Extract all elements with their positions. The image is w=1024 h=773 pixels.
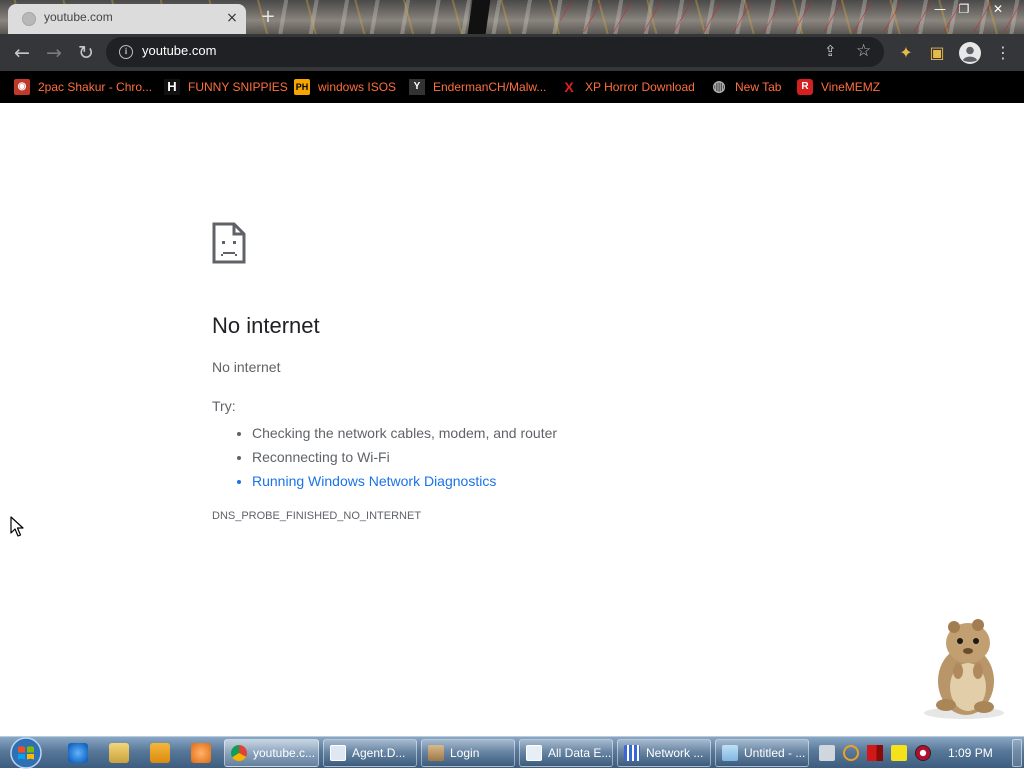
taskbar: youtube.c... Agent.D... Login All Data E… bbox=[0, 736, 1024, 769]
side-panel-icon[interactable]: ▣ bbox=[926, 42, 948, 64]
address-bar[interactable]: i youtube.com ⇪ ☆ bbox=[106, 37, 884, 67]
clock[interactable]: 1:09 PM bbox=[948, 746, 993, 760]
disc-icon: ◉ bbox=[14, 79, 30, 95]
error-description: No internet bbox=[212, 359, 281, 375]
globe-icon: ◍ bbox=[712, 78, 726, 95]
taskbar-item-agent[interactable]: Agent.D... bbox=[323, 739, 417, 767]
show-desktop-button[interactable] bbox=[1012, 739, 1022, 767]
url-text[interactable]: youtube.com bbox=[142, 43, 216, 58]
tray-app-icon[interactable] bbox=[819, 745, 835, 761]
title-bar: youtube.com × + — ❐ ✕ bbox=[0, 0, 1024, 34]
taskbar-item-login[interactable]: Login bbox=[421, 739, 515, 767]
error-code: DNS_PROBE_FINISHED_NO_INTERNET bbox=[212, 510, 422, 522]
extensions-icon[interactable]: ✦ bbox=[895, 42, 917, 64]
agent-icon bbox=[330, 745, 346, 761]
suggestion-item: Reconnecting to Wi-Fi bbox=[252, 445, 557, 469]
tray-volume-icon[interactable] bbox=[915, 745, 931, 761]
h-logo-icon: H bbox=[164, 79, 180, 95]
tab-close-button[interactable]: × bbox=[224, 9, 240, 27]
page-content: No internet No internet Try: Checking th… bbox=[0, 103, 1024, 736]
bookmark-label: XP Horror Download bbox=[585, 80, 695, 94]
flag-icon[interactable] bbox=[867, 745, 883, 761]
bookmark-item[interactable]: X XP Horror Download bbox=[561, 76, 695, 98]
taskbar-item-label: youtube.c... bbox=[253, 746, 316, 760]
bookmark-item[interactable]: H FUNNY SNIPPIES bbox=[164, 76, 288, 98]
bookmark-item[interactable]: Y EndermanCH/Malw... bbox=[409, 76, 546, 98]
file-explorer-icon[interactable] bbox=[109, 743, 129, 763]
suggestion-item: Checking the network cables, modem, and … bbox=[252, 421, 557, 445]
forward-button[interactable]: → bbox=[40, 39, 68, 67]
taskbar-item-network[interactable]: Network ... bbox=[617, 739, 711, 767]
bookmark-label: New Tab bbox=[735, 80, 782, 94]
login-icon bbox=[428, 745, 444, 761]
github-icon: Y bbox=[409, 79, 425, 95]
bookmark-label: FUNNY SNIPPIES bbox=[188, 80, 288, 94]
bookmark-item[interactable]: ◉ 2pac Shakur - Chro... bbox=[14, 76, 152, 98]
network-diagnostics-link[interactable]: Running Windows Network Diagnostics bbox=[252, 469, 557, 493]
taskbar-item-label: Agent.D... bbox=[352, 746, 406, 760]
start-button[interactable] bbox=[6, 737, 46, 769]
globe-icon bbox=[22, 12, 36, 26]
r-logo-icon: R bbox=[797, 79, 813, 95]
suggestion-list: Checking the network cables, modem, and … bbox=[234, 421, 557, 493]
share-icon[interactable]: ⇪ bbox=[824, 42, 837, 60]
bookmark-item[interactable]: R VineMEMZ bbox=[797, 76, 880, 98]
bookmark-star-icon[interactable]: ☆ bbox=[856, 41, 871, 61]
bookmark-item[interactable]: PH windows ISOS bbox=[294, 76, 396, 98]
taskbar-item-label: Login bbox=[450, 746, 480, 760]
hamster-mascot-icon bbox=[918, 613, 1010, 721]
maximize-button[interactable]: ❐ bbox=[950, 0, 978, 18]
app-shortcut-icon[interactable] bbox=[191, 743, 211, 763]
x-icon: X bbox=[564, 79, 574, 95]
bookmark-label: EndermanCH/Malw... bbox=[433, 80, 547, 94]
ph-logo-icon: PH bbox=[294, 79, 310, 95]
mouse-cursor-icon bbox=[10, 516, 26, 538]
try-label: Try: bbox=[212, 398, 236, 414]
browser-tab[interactable]: youtube.com × bbox=[8, 4, 246, 34]
chrome-icon bbox=[231, 745, 247, 761]
bookmark-item[interactable]: ◍ New Tab bbox=[711, 76, 781, 98]
error-title: No internet bbox=[212, 313, 320, 338]
media-player-icon[interactable] bbox=[150, 743, 170, 763]
data-icon bbox=[526, 745, 542, 761]
new-tab-button[interactable]: + bbox=[256, 6, 280, 28]
bookmarks-bar: ◉ 2pac Shakur - Chro... H FUNNY SNIPPIES… bbox=[0, 71, 1024, 103]
bookmark-label: 2pac Shakur - Chro... bbox=[38, 80, 153, 94]
network-icon bbox=[624, 745, 640, 761]
tray-search-icon[interactable] bbox=[843, 745, 859, 761]
profile-avatar-icon[interactable] bbox=[959, 42, 981, 64]
notepad-icon bbox=[722, 745, 738, 761]
internet-explorer-icon[interactable] bbox=[68, 743, 88, 763]
close-window-button[interactable]: ✕ bbox=[984, 0, 1012, 18]
taskbar-item-chrome[interactable]: youtube.c... bbox=[224, 739, 319, 767]
tab-title: youtube.com bbox=[44, 10, 113, 24]
taskbar-item-label: Network ... bbox=[646, 746, 704, 760]
tray-note-icon[interactable] bbox=[891, 745, 907, 761]
sad-document-icon bbox=[212, 222, 246, 264]
back-button[interactable]: ← bbox=[8, 39, 36, 67]
taskbar-item-notepad[interactable]: Untitled - ... bbox=[715, 739, 809, 767]
bookmark-label: VineMEMZ bbox=[821, 80, 881, 94]
taskbar-item-all-data[interactable]: All Data E... bbox=[519, 739, 613, 767]
browser-toolbar: ← → ↻ i youtube.com ⇪ ☆ ✦ ▣ ⋮ bbox=[0, 34, 1024, 71]
bookmark-label: windows ISOS bbox=[318, 80, 397, 94]
menu-icon[interactable]: ⋮ bbox=[992, 42, 1014, 64]
reload-button[interactable]: ↻ bbox=[72, 39, 100, 67]
taskbar-item-label: All Data E... bbox=[548, 746, 612, 760]
taskbar-item-label: Untitled - ... bbox=[744, 746, 806, 760]
site-info-icon[interactable]: i bbox=[119, 45, 133, 59]
